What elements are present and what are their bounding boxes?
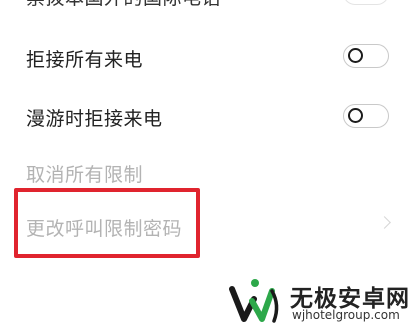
settings-row-reject-all-calls[interactable]: 拒接所有来电 <box>0 34 413 82</box>
watermark-url: wjhotelgroup.com <box>292 308 400 322</box>
call-barring-settings-screen: 禁拨本国外的国际电话 拒接所有来电 漫游时拒接来电 取消所有限制 更改呼叫限制密… <box>0 0 413 329</box>
toggle-knob <box>348 108 363 123</box>
settings-row-label: 禁拨本国外的国际电话 <box>26 0 221 10</box>
watermark: 无极安卓网 wjhotelgroup.com <box>228 275 413 329</box>
settings-row-label: 漫游时拒接来电 <box>26 108 163 130</box>
settings-row-block-international[interactable]: 禁拨本国外的国际电话 <box>0 0 413 13</box>
reject-all-calls-toggle[interactable] <box>343 44 389 68</box>
wj-logo-icon <box>229 279 279 323</box>
settings-row-label: 拒接所有来电 <box>26 49 144 71</box>
settings-row-reject-roaming-calls[interactable]: 漫游时拒接来电 <box>0 92 413 140</box>
block-international-toggle[interactable] <box>343 0 389 5</box>
settings-row-label: 取消所有限制 <box>26 164 144 186</box>
reject-roaming-calls-toggle[interactable] <box>343 104 389 128</box>
toggle-knob <box>348 48 363 63</box>
annotation-highlight-box <box>14 188 200 258</box>
